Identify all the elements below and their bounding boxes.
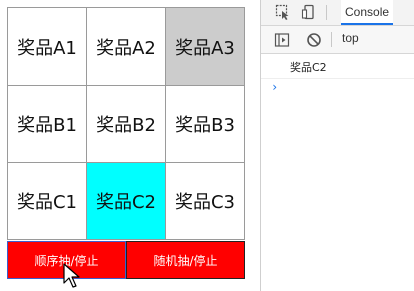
prize-cell-b1[interactable]: 奖品B1 xyxy=(8,86,87,163)
prize-cell-a1[interactable]: 奖品A1 xyxy=(8,8,87,86)
prize-grid: 奖品A1 奖品A2 奖品A3 奖品B1 奖品B2 奖品B3 奖品C1 奖品C2 … xyxy=(7,7,245,240)
toolbar-divider xyxy=(331,32,332,47)
prize-cell-a2[interactable]: 奖品A2 xyxy=(87,8,166,86)
prize-cell-b2[interactable]: 奖品B2 xyxy=(87,86,166,163)
console-log-line: 奖品C2 xyxy=(261,54,414,79)
console-log-message: 奖品C2 xyxy=(290,61,327,74)
prize-cell-b3[interactable]: 奖品B3 xyxy=(166,86,245,163)
prize-cell-c1[interactable]: 奖品C1 xyxy=(8,163,87,240)
console-prompt-icon[interactable]: › xyxy=(271,80,278,94)
random-draw-button[interactable]: 随机抽/停止 xyxy=(126,241,245,279)
devtools-tab-bar: Console xyxy=(261,0,414,26)
tab-console[interactable]: Console xyxy=(341,0,394,25)
sidebar-toggle-icon[interactable] xyxy=(274,32,290,48)
lottery-page: 奖品A1 奖品A2 奖品A3 奖品B1 奖品B2 奖品B3 奖品C1 奖品C2 … xyxy=(0,0,250,291)
prize-cell-a3[interactable]: 奖品A3 xyxy=(166,8,245,86)
toolbar-divider xyxy=(326,5,327,20)
mouse-cursor-icon xyxy=(63,263,80,288)
devtools-panel: Console top 奖品C2 › xyxy=(260,0,414,291)
draw-button-bar: 顺序抽/停止 随机抽/停止 xyxy=(7,241,245,279)
prize-cell-c2[interactable]: 奖品C2 xyxy=(87,163,166,240)
console-toolbar: top xyxy=(261,26,414,54)
element-picker-icon[interactable] xyxy=(275,4,291,20)
device-toggle-icon[interactable] xyxy=(301,4,317,20)
clear-console-icon[interactable] xyxy=(306,32,322,48)
prize-cell-c3[interactable]: 奖品C3 xyxy=(166,163,245,240)
context-selector[interactable]: top xyxy=(342,31,359,45)
